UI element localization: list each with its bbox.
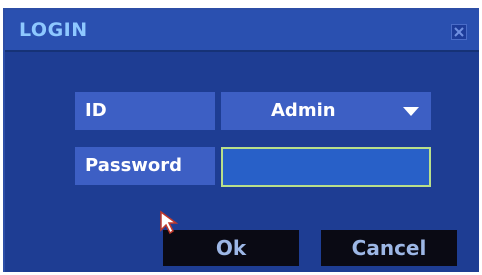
dialog-title: LOGIN bbox=[19, 19, 88, 41]
mouse-cursor-icon bbox=[160, 210, 179, 235]
id-select[interactable]: Admin bbox=[221, 92, 431, 130]
cancel-button[interactable]: Cancel bbox=[321, 230, 457, 266]
id-select-value: Admin bbox=[271, 100, 336, 121]
close-icon bbox=[454, 27, 464, 37]
password-field[interactable] bbox=[221, 147, 431, 187]
ok-button-label: Ok bbox=[215, 236, 247, 260]
close-button[interactable] bbox=[451, 24, 467, 40]
id-label: ID bbox=[75, 92, 215, 130]
login-dialog: LOGIN ID Admin Password Ok Cancel bbox=[3, 8, 479, 272]
titlebar: LOGIN bbox=[5, 10, 479, 52]
ok-button[interactable]: Ok bbox=[163, 230, 299, 266]
chevron-down-icon bbox=[403, 107, 419, 116]
password-label: Password bbox=[75, 147, 215, 185]
dialog-content: ID Admin Password Ok Cancel bbox=[5, 52, 479, 272]
cancel-button-label: Cancel bbox=[351, 236, 427, 260]
